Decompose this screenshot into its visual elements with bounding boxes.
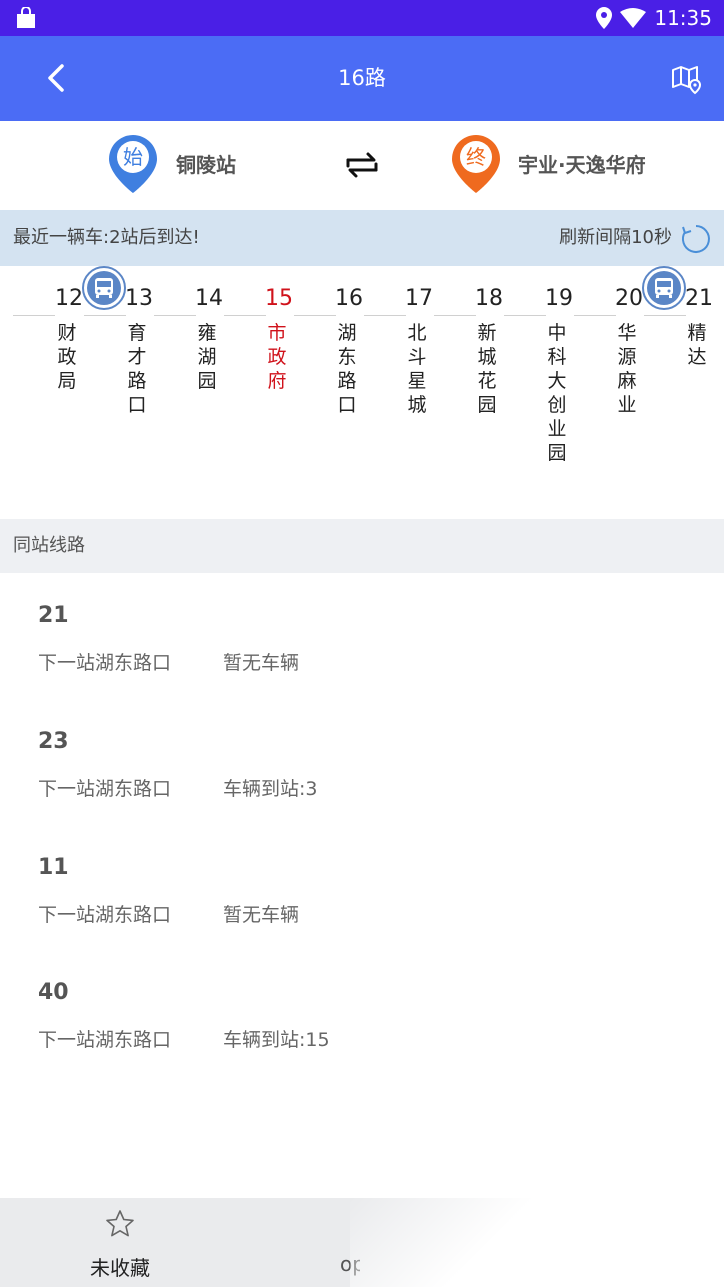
- route-line: [644, 315, 686, 316]
- line-next-stop: 下一站湖东路口: [38, 652, 172, 674]
- route-line: [364, 315, 406, 316]
- app-bar: 16路: [0, 36, 724, 121]
- line-next-stop: 下一站湖东路口: [38, 778, 172, 800]
- line-status: 暂无车辆: [223, 652, 300, 674]
- line-number: 11: [38, 855, 69, 880]
- line-status: 暂无车辆: [223, 904, 300, 926]
- end-badge: 终: [466, 145, 486, 169]
- route-line: [13, 315, 55, 316]
- route-line: [504, 315, 546, 316]
- stop-name[interactable]: 育才路口: [125, 321, 149, 417]
- stop-number[interactable]: 13: [125, 286, 153, 311]
- same-stop-lines-header: 同站线路: [0, 519, 724, 573]
- shopping-bag-icon: [17, 7, 35, 28]
- favorite-label: 未收藏: [90, 1256, 150, 1280]
- stop-name[interactable]: 新城花园: [475, 321, 499, 417]
- stop-number[interactable]: 14: [195, 286, 223, 311]
- line-next-stop: 下一站湖东路口: [38, 904, 172, 926]
- stops-strip: 12 财政局 13 育才路口 14 雍湖园 15 市政府 16 湖东路口 17 …: [0, 266, 724, 519]
- current-stop-name[interactable]: 市政府: [265, 321, 289, 393]
- route-line: [434, 315, 476, 316]
- route-line: [294, 315, 336, 316]
- line-list-item[interactable]: 21 下一站湖东路口 暂无车辆: [38, 603, 698, 683]
- map-icon[interactable]: [670, 62, 704, 96]
- start-station: 铜陵站: [176, 153, 236, 177]
- line-list-item[interactable]: 23 下一站湖东路口 车辆到站:3: [38, 729, 698, 809]
- star-icon: [106, 1210, 134, 1237]
- location-icon: [596, 7, 613, 29]
- stop-name[interactable]: 华源麻业: [615, 321, 639, 417]
- stop-number[interactable]: 19: [545, 286, 573, 311]
- arrival-info-bar: 最近一辆车:2站后到达! 刷新间隔10秒: [0, 210, 724, 266]
- favorite-button[interactable]: 未收藏: [60, 1198, 180, 1287]
- line-list-item[interactable]: 11 下一站湖东路口 暂无车辆: [38, 855, 698, 935]
- overlay-fade: [350, 1198, 724, 1287]
- swap-direction-icon[interactable]: [344, 148, 380, 182]
- current-stop-number[interactable]: 15: [265, 286, 293, 311]
- section-title: 同站线路: [13, 535, 85, 556]
- end-station: 宇业·天逸华府: [518, 153, 646, 177]
- refresh-icon[interactable]: [680, 223, 712, 255]
- status-bar: 11:35: [0, 0, 724, 36]
- line-number: 21: [38, 603, 69, 628]
- route-line: [154, 315, 196, 316]
- stop-name[interactable]: 雍湖园: [195, 321, 219, 393]
- line-number: 40: [38, 980, 69, 1005]
- stop-number[interactable]: 16: [335, 286, 363, 311]
- bus-icon[interactable]: [642, 266, 686, 310]
- stop-number[interactable]: 20: [615, 286, 643, 311]
- line-status: 车辆到站:3: [223, 778, 318, 800]
- stop-number[interactable]: 17: [405, 286, 433, 311]
- stop-name[interactable]: 精达: [685, 321, 709, 369]
- bus-icon[interactable]: [82, 266, 126, 310]
- line-status: 车辆到站:15: [223, 1029, 330, 1051]
- stop-name[interactable]: 财政局: [55, 321, 79, 393]
- route-line: [224, 315, 266, 316]
- end-pin: 终: [450, 133, 502, 195]
- stop-name[interactable]: 北斗星城: [405, 321, 429, 417]
- wifi-icon: [620, 8, 647, 28]
- stop-number[interactable]: 21: [685, 286, 713, 311]
- route-line: [84, 315, 126, 316]
- stop-name[interactable]: 湖东路口: [335, 321, 359, 417]
- stop-number[interactable]: 18: [475, 286, 503, 311]
- stop-number[interactable]: 12: [55, 286, 83, 311]
- line-number: 23: [38, 729, 69, 754]
- stop-name[interactable]: 中科大创业园: [545, 321, 569, 465]
- start-pin: 始: [107, 133, 159, 195]
- status-time: 11:35: [654, 6, 712, 30]
- route-line: [574, 315, 616, 316]
- route-endpoints: 始 铜陵站 终 宇业·天逸华府: [0, 121, 724, 210]
- nearest-bus-text: 最近一辆车:2站后到达!: [13, 227, 200, 248]
- refresh-interval-text: 刷新间隔10秒: [559, 227, 672, 248]
- page-title: 16路: [338, 66, 386, 90]
- line-list-item[interactable]: 40 下一站湖东路口 车辆到站:15: [38, 980, 698, 1060]
- line-next-stop: 下一站湖东路口: [38, 1029, 172, 1051]
- start-badge: 始: [123, 145, 143, 169]
- bottom-action-bar: 未收藏 op: [0, 1198, 724, 1287]
